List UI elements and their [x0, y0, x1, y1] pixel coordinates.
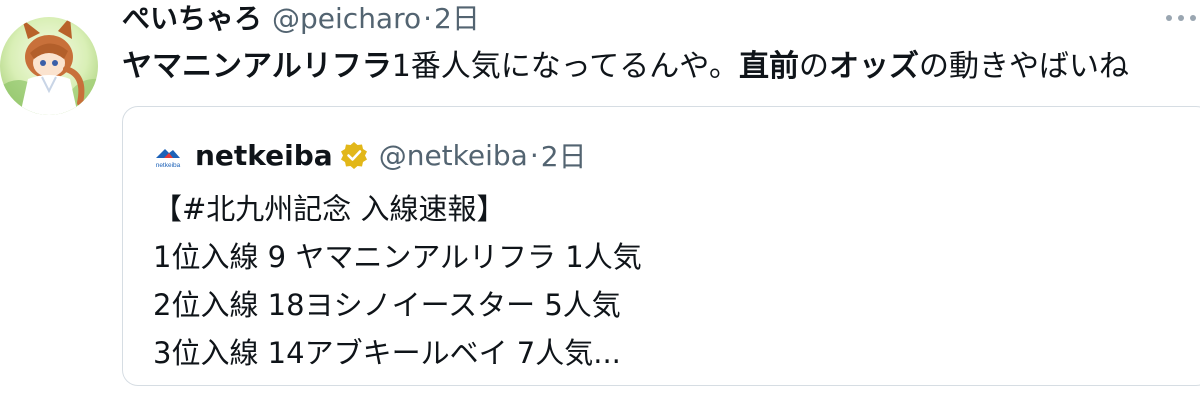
tweet-text: ヤマニンアルリフラ1番人気になってるんや。直前のオッズの動きやばいね: [122, 46, 1192, 88]
timestamp[interactable]: 2日: [434, 0, 480, 38]
emphasis-text: 直前: [739, 49, 799, 84]
dot: [1190, 15, 1196, 21]
emphasis-text: オッズ: [829, 49, 919, 84]
tweet-header: ぺいちゃろ @peicharo · 2日: [122, 0, 480, 38]
quoted-handle[interactable]: @netkeiba: [379, 139, 528, 172]
quoted-display-name[interactable]: netkeiba: [195, 139, 333, 172]
netkeiba-logo-icon: netkeiba: [153, 143, 183, 169]
more-dots-icon[interactable]: [1166, 12, 1200, 24]
quoted-tweet-header: netkeiba netkeiba @netkeiba · 2日: [153, 135, 587, 175]
quoted-tweet-card[interactable]: netkeiba netkeiba @netkeiba · 2日 【#北九州記念…: [122, 106, 1200, 386]
separator: ·: [529, 138, 539, 172]
avatar[interactable]: [0, 17, 98, 115]
quoted-line: 3位入線 14アブキールベイ 7人気...: [153, 336, 621, 370]
avatar-image: [0, 17, 98, 115]
text-segment: の動きやばいね: [919, 49, 1129, 84]
author-handle[interactable]: @peicharo: [272, 0, 421, 38]
svg-text:netkeiba: netkeiba: [156, 162, 181, 169]
horse-name: ヤマニンアルリフラ: [122, 49, 392, 84]
quoted-line: 【#北九州記念 入線速報】: [153, 192, 506, 226]
dot: [1166, 15, 1172, 21]
author-display-name[interactable]: ぺいちゃろ: [122, 0, 262, 38]
dot: [1178, 15, 1184, 21]
verified-badge-icon: [339, 140, 369, 170]
quoted-line: 2位入線 18ヨシノイースター 5人気: [153, 288, 621, 322]
separator: ·: [423, 2, 433, 35]
quoted-tweet-text: 【#北九州記念 入線速報】 1位入線 9 ヤマニンアルリフラ 1人気 2位入線 …: [153, 185, 642, 377]
text-segment: の: [799, 49, 829, 84]
quoted-line: 1位入線 9 ヤマニンアルリフラ 1人気: [153, 240, 642, 274]
text-segment: 1番人気になってるんや。: [391, 49, 739, 84]
tweet[interactable]: ぺいちゃろ @peicharo · 2日 ヤマニンアルリフラ1番人気になってるん…: [0, 0, 1200, 403]
quoted-timestamp[interactable]: 2日: [541, 135, 587, 175]
